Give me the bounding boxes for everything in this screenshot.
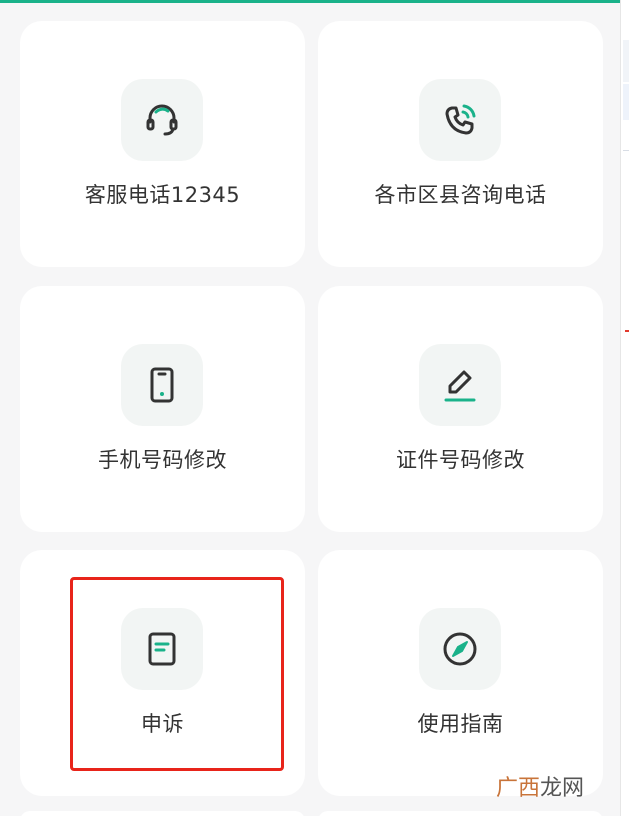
- service-card-partial[interactable]: [20, 811, 305, 831]
- edit-pencil-icon: [419, 344, 501, 426]
- background-red-mark: [625, 300, 629, 332]
- service-label: 使用指南: [417, 712, 504, 736]
- mobile-phone-icon: [121, 344, 203, 426]
- service-card-user-guide[interactable]: 使用指南: [318, 550, 603, 796]
- service-card-mobile-change[interactable]: 手机号码修改: [20, 286, 305, 532]
- service-label: 各市区县咨询电话: [374, 183, 547, 207]
- background-divider: [623, 150, 629, 151]
- background-page-edge: [620, 0, 629, 816]
- watermark: 广西龙网: [496, 770, 584, 802]
- service-card-partial[interactable]: [318, 811, 603, 831]
- background-strip: [623, 40, 629, 82]
- highlight-box: [70, 577, 284, 771]
- compass-icon: [419, 608, 501, 690]
- headset-icon: [121, 79, 203, 161]
- watermark-part: 龙网: [540, 776, 585, 801]
- service-label: 手机号码修改: [98, 448, 227, 472]
- watermark-part: 广西: [496, 776, 541, 801]
- phone-ringing-icon: [419, 79, 501, 161]
- service-card-id-change[interactable]: 证件号码修改: [318, 286, 603, 532]
- service-card-hotline[interactable]: 客服电话12345: [20, 21, 305, 267]
- service-label: 证件号码修改: [396, 448, 525, 472]
- service-label: 客服电话12345: [84, 183, 241, 207]
- background-strip: [623, 84, 629, 120]
- service-card-district-phones[interactable]: 各市区县咨询电话: [318, 21, 603, 267]
